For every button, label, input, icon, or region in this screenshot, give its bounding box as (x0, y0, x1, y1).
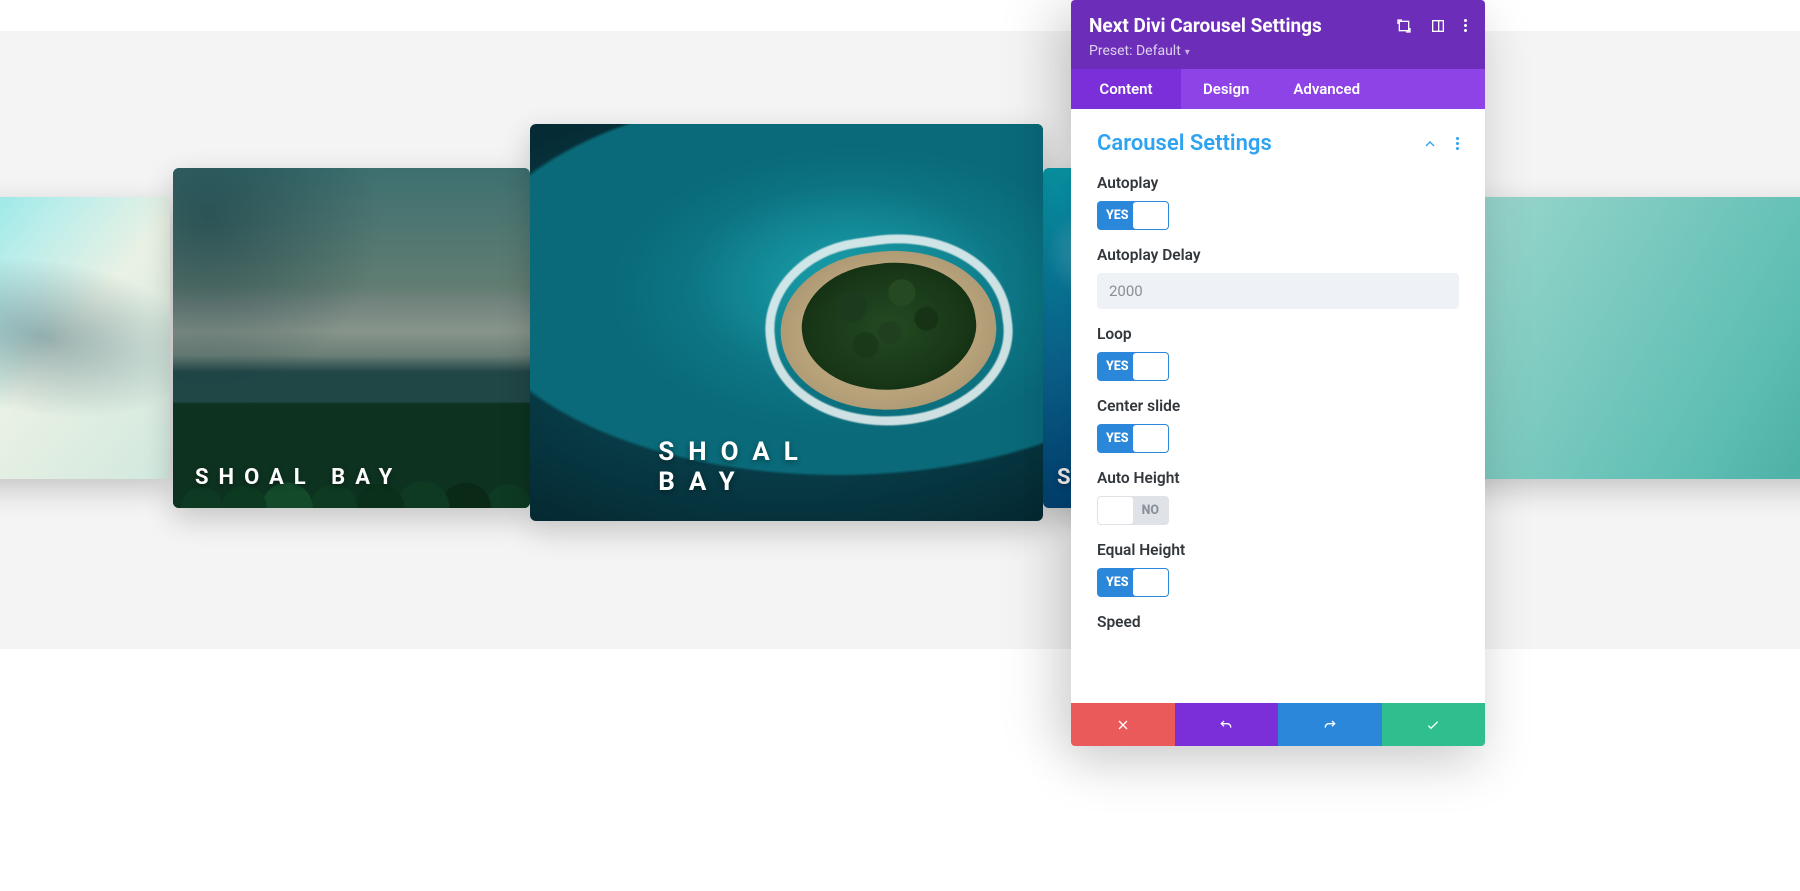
slide-caption: SHOAL BAY (195, 465, 402, 490)
auto-height-toggle[interactable]: NO (1097, 496, 1169, 525)
close-button[interactable] (1071, 703, 1175, 746)
autoplay-toggle[interactable]: YES (1097, 201, 1169, 230)
section-title: Carousel Settings (1097, 131, 1272, 156)
carousel-slide: SHOAL BAY (173, 168, 530, 508)
kebab-icon[interactable] (1456, 135, 1459, 152)
autoplay-label: Autoplay (1097, 174, 1459, 192)
chevron-up-icon[interactable] (1422, 136, 1438, 152)
tab-advanced[interactable]: Advanced (1271, 69, 1382, 109)
center-slide-label: Center slide (1097, 397, 1459, 415)
tab-content[interactable]: Content (1071, 69, 1181, 109)
save-button[interactable] (1382, 703, 1486, 746)
equal-height-label: Equal Height (1097, 541, 1459, 559)
panel-header: Next Divi Carousel Settings Preset: Defa… (1071, 0, 1485, 69)
slide-caption: SHOAL BAY (658, 437, 915, 497)
undo-button[interactable] (1175, 703, 1279, 746)
autoplay-delay-input[interactable] (1097, 273, 1459, 309)
close-icon (1115, 717, 1131, 733)
loop-label: Loop (1097, 325, 1459, 343)
autoplay-delay-label: Autoplay Delay (1097, 246, 1459, 264)
carousel-slide: SHOAL BAY (0, 197, 170, 479)
tab-design[interactable]: Design (1181, 69, 1271, 109)
carousel-slide-center: SHOAL BAY (530, 124, 1043, 521)
loop-toggle[interactable]: YES (1097, 352, 1169, 381)
panel-title: Next Divi Carousel Settings (1089, 14, 1322, 37)
check-icon (1425, 717, 1441, 733)
preset-select[interactable]: Preset: Default (1089, 43, 1467, 59)
settings-panel: Next Divi Carousel Settings Preset: Defa… (1071, 0, 1485, 746)
carousel-preview: SHOAL BAY SHOAL BAY SHOAL BAY SH (0, 31, 1800, 649)
undo-icon (1218, 717, 1234, 733)
auto-height-label: Auto Height (1097, 469, 1459, 487)
panel-footer (1071, 703, 1485, 746)
kebab-icon[interactable] (1464, 17, 1467, 34)
speed-label: Speed (1097, 613, 1459, 631)
equal-height-toggle[interactable]: YES (1097, 568, 1169, 597)
layout-icon[interactable] (1430, 18, 1446, 34)
redo-button[interactable] (1278, 703, 1382, 746)
redo-icon (1322, 717, 1338, 733)
expand-icon[interactable] (1396, 18, 1412, 34)
tabs: Content Design Advanced (1071, 69, 1485, 109)
center-slide-toggle[interactable]: YES (1097, 424, 1169, 453)
